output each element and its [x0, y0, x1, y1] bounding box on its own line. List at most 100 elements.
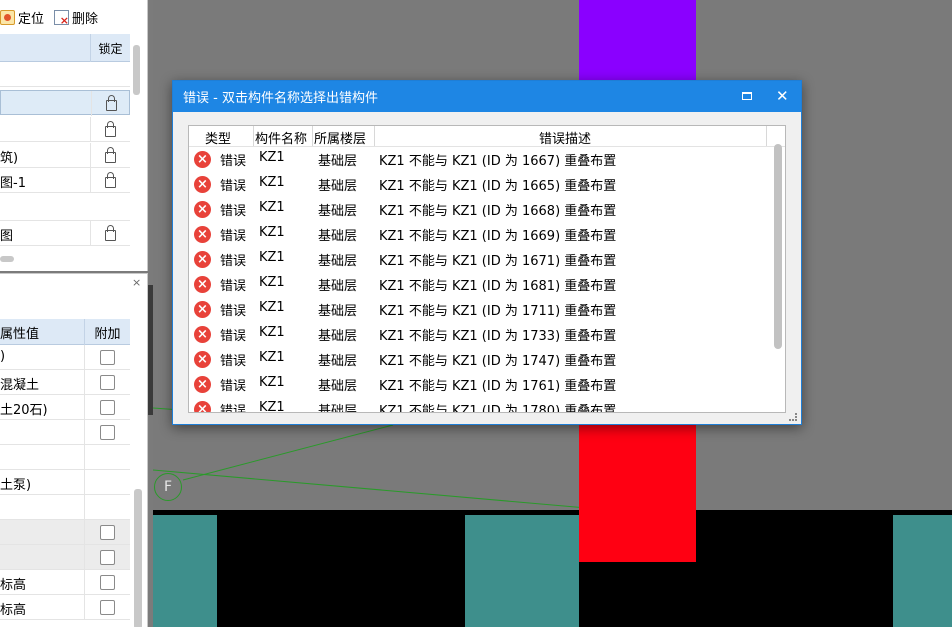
error-list-scrollbar[interactable] [771, 126, 785, 412]
error-desc: KZ1 不能与 KZ1 (ID 为 1780) 重叠布置 [379, 404, 617, 413]
property-row[interactable]: 标高 [0, 570, 130, 595]
error-name[interactable]: KZ1 [259, 150, 285, 165]
error-row[interactable]: × 错误 KZ1 基础层 KZ1 不能与 KZ1 (ID 为 1761) 重叠布置 [189, 372, 769, 397]
property-row[interactable]: 土泵) [0, 470, 130, 495]
lock-column-header: 锁定 [90, 34, 130, 62]
maximize-icon[interactable] [742, 92, 752, 100]
column-red-error[interactable] [579, 410, 696, 562]
extra-checkbox[interactable] [100, 375, 115, 390]
property-row[interactable] [0, 545, 130, 570]
property-row[interactable]: ) [0, 345, 130, 370]
locate-button[interactable]: 定位 [0, 8, 44, 27]
col-desc[interactable]: 错误描述 [539, 128, 591, 147]
error-row[interactable]: × 错误 KZ1 基础层 KZ1 不能与 KZ1 (ID 为 1668) 重叠布置 [189, 197, 769, 222]
col-floor[interactable]: 所属楼层 [314, 128, 366, 147]
extra-checkbox[interactable] [100, 350, 115, 365]
extra-checkbox[interactable] [100, 400, 115, 415]
error-name[interactable]: KZ1 [259, 375, 285, 390]
lock-toggle[interactable] [90, 168, 130, 193]
error-icon: × [194, 151, 211, 168]
error-name[interactable]: KZ1 [259, 400, 285, 412]
dialog-title: 错误 - 双击构件名称选择出错构件 [183, 91, 378, 106]
error-icon: × [194, 326, 211, 343]
error-row[interactable]: × 错误 KZ1 基础层 KZ1 不能与 KZ1 (ID 为 1681) 重叠布置 [189, 272, 769, 297]
close-icon[interactable]: × [132, 276, 141, 289]
property-row[interactable]: 混凝土 [0, 370, 130, 395]
resize-grip[interactable] [789, 413, 797, 421]
error-desc: KZ1 不能与 KZ1 (ID 为 1733) 重叠布置 [379, 329, 617, 344]
layer-row[interactable] [0, 117, 130, 142]
delete-button[interactable]: 删除 [54, 8, 98, 27]
property-row[interactable] [0, 445, 130, 470]
error-row[interactable]: × 错误 KZ1 基础层 KZ1 不能与 KZ1 (ID 为 1671) 重叠布置 [189, 247, 769, 272]
error-row[interactable]: × 错误 KZ1 基础层 KZ1 不能与 KZ1 (ID 为 1747) 重叠布置 [189, 347, 769, 372]
layer-scrollbar[interactable] [133, 45, 140, 95]
property-row[interactable] [0, 495, 130, 520]
error-name[interactable]: KZ1 [259, 350, 285, 365]
error-row[interactable]: × 错误 KZ1 基础层 KZ1 不能与 KZ1 (ID 为 1780) 重叠布置 [189, 397, 769, 413]
extra-checkbox[interactable] [100, 425, 115, 440]
error-row[interactable]: × 错误 KZ1 基础层 KZ1 不能与 KZ1 (ID 为 1711) 重叠布置 [189, 297, 769, 322]
error-list-scroll-thumb[interactable] [774, 144, 782, 349]
column-teal[interactable] [153, 515, 217, 627]
error-desc: KZ1 不能与 KZ1 (ID 为 1711) 重叠布置 [379, 304, 617, 319]
dialog-titlebar[interactable]: 错误 - 双击构件名称选择出错构件 ✕ [173, 81, 801, 112]
error-desc: KZ1 不能与 KZ1 (ID 为 1668) 重叠布置 [379, 204, 617, 219]
extra-checkbox[interactable] [100, 575, 115, 590]
layer-row[interactable] [0, 196, 130, 221]
layer-row[interactable] [0, 90, 131, 116]
col-type[interactable]: 类型 [205, 128, 231, 147]
error-row[interactable]: × 错误 KZ1 基础层 KZ1 不能与 KZ1 (ID 为 1667) 重叠布置 [189, 147, 769, 172]
extra-cell [84, 420, 130, 445]
error-type: 错误 [220, 179, 247, 194]
layer-hscrollbar[interactable] [0, 256, 14, 262]
error-row[interactable]: × 错误 KZ1 基础层 KZ1 不能与 KZ1 (ID 为 1669) 重叠布置 [189, 222, 769, 247]
error-name[interactable]: KZ1 [259, 200, 285, 215]
lock-toggle[interactable] [90, 221, 130, 246]
extra-checkbox[interactable] [100, 600, 115, 615]
extra-cell [84, 345, 130, 370]
layer-row[interactable]: 图 [0, 221, 130, 246]
error-row[interactable]: × 错误 KZ1 基础层 KZ1 不能与 KZ1 (ID 为 1665) 重叠布置 [189, 172, 769, 197]
extra-cell [84, 570, 130, 595]
error-type: 错误 [220, 354, 247, 369]
property-scrollbar[interactable] [134, 489, 142, 627]
layer-row[interactable]: 筑) [0, 143, 130, 168]
lock-toggle[interactable] [90, 117, 130, 142]
extra-checkbox[interactable] [100, 550, 115, 565]
error-floor: 基础层 [318, 179, 358, 194]
error-icon: × [194, 401, 211, 412]
error-name[interactable]: KZ1 [259, 225, 285, 240]
layer-row[interactable] [0, 62, 130, 87]
error-name[interactable]: KZ1 [259, 300, 285, 315]
property-row[interactable] [0, 520, 130, 545]
error-name[interactable]: KZ1 [259, 325, 285, 340]
lock-toggle[interactable] [91, 91, 131, 116]
extra-cell [84, 445, 130, 470]
property-value: 混凝土 [0, 378, 40, 393]
error-icon: × [194, 226, 211, 243]
error-name[interactable]: KZ1 [259, 275, 285, 290]
close-icon[interactable]: ✕ [776, 87, 789, 105]
col-name[interactable]: 构件名称 [255, 128, 307, 147]
property-row[interactable]: 土20石) [0, 395, 130, 420]
error-row[interactable]: × 错误 KZ1 基础层 KZ1 不能与 KZ1 (ID 为 1733) 重叠布置 [189, 322, 769, 347]
column-teal[interactable] [893, 515, 952, 627]
property-row[interactable] [0, 420, 130, 445]
property-value: 标高 [0, 578, 27, 593]
extra-column-header: 附加 [84, 319, 130, 345]
column-teal[interactable] [465, 515, 579, 627]
error-type: 错误 [220, 254, 247, 269]
extra-checkbox[interactable] [100, 525, 115, 540]
error-type: 错误 [220, 204, 247, 219]
error-icon: × [194, 351, 211, 368]
error-name[interactable]: KZ1 [259, 250, 285, 265]
layer-row[interactable]: 图-1 [0, 168, 130, 193]
layer-grid-header: 锁定 [0, 34, 130, 62]
extra-cell [84, 595, 130, 620]
error-floor: 基础层 [318, 304, 358, 319]
error-icon: × [194, 201, 211, 218]
lock-toggle[interactable] [90, 143, 130, 168]
error-name[interactable]: KZ1 [259, 175, 285, 190]
property-row[interactable]: 标高 [0, 595, 130, 620]
